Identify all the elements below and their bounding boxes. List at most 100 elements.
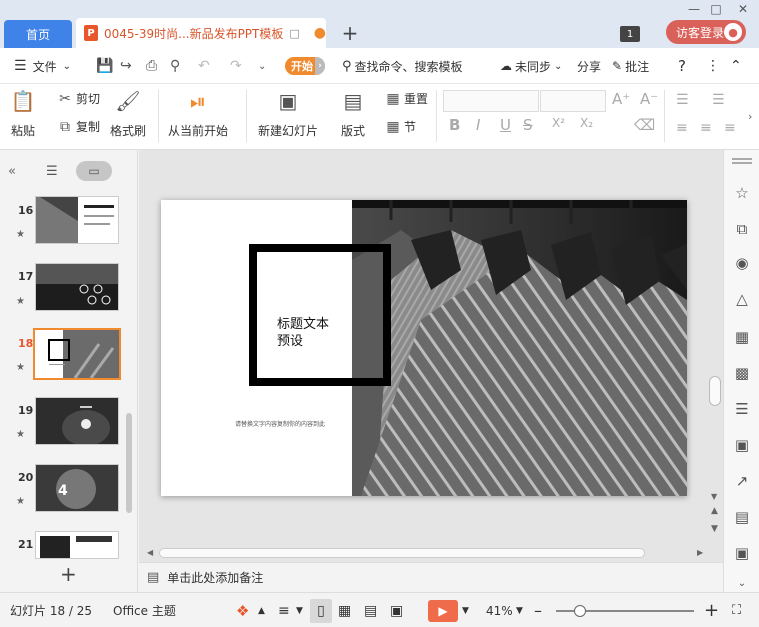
numbered-list-icon[interactable]: ☰	[712, 92, 725, 108]
reset-button[interactable]: ▦ 重置	[384, 90, 428, 107]
slide-sorter-icon[interactable]: ▦	[338, 593, 351, 627]
clear-format-icon[interactable]: ⌫	[634, 116, 655, 134]
thumbnail-view-icon[interactable]: ▭	[76, 161, 112, 181]
thumbnail-scrollbar[interactable]	[126, 413, 132, 513]
presenter-view-icon[interactable]: ▣	[390, 593, 403, 627]
collapse-panel-icon[interactable]: «	[8, 164, 16, 179]
zoom-slider-handle[interactable]	[574, 605, 586, 617]
chart-icon[interactable]: ▩	[732, 364, 752, 384]
design-icon[interactable]: △	[732, 290, 752, 310]
zoom-out-icon[interactable]: –	[534, 593, 542, 627]
slide-subtitle[interactable]: 请替换文字内容复制你的内容到此	[235, 419, 325, 428]
tab-document[interactable]: P 0045-39时尚...新品发布PPT模板 □ ●	[76, 18, 326, 48]
subscript-button[interactable]: X₂	[580, 116, 593, 130]
maximize-icon[interactable]: □	[705, 0, 727, 18]
share-export-icon[interactable]: ↗	[732, 472, 752, 492]
theme-name[interactable]: Office 主题	[113, 593, 176, 627]
copy-button[interactable]: ⧉ 复制	[56, 118, 100, 135]
help-icon[interactable]: ?	[678, 48, 686, 84]
from-current-button[interactable]: ⏯ 从当前开始	[168, 88, 228, 139]
zoom-in-icon[interactable]: +	[704, 593, 719, 627]
shrink-font-icon[interactable]: A⁻	[640, 90, 658, 108]
window-count-badge[interactable]: 1	[620, 26, 640, 42]
image-gallery-icon[interactable]: ▣	[732, 436, 752, 456]
font-size-select[interactable]	[540, 90, 606, 112]
new-tab-button[interactable]: +	[338, 20, 362, 46]
chevron-down-icon[interactable]: ▼	[296, 593, 303, 627]
transition-icon[interactable]: ⧉	[732, 220, 752, 240]
save-icon[interactable]: 💾	[96, 48, 113, 84]
horizontal-scrollbar[interactable]	[159, 548, 645, 558]
quick-access-dropdown-icon[interactable]: ⌄	[258, 48, 266, 84]
outline-view-icon[interactable]: ☰	[46, 164, 58, 179]
align-right-icon[interactable]: ≡	[724, 120, 736, 136]
sync-status[interactable]: ☁ 未同步 ⌄	[500, 48, 562, 84]
tab-home[interactable]: 首页	[4, 20, 72, 48]
slide-thumbnail-16[interactable]	[35, 196, 119, 244]
chevron-right-icon[interactable]: ›	[748, 110, 752, 123]
chevron-down-icon[interactable]: ▼	[516, 593, 523, 627]
export-icon[interactable]: ↪	[120, 48, 132, 84]
new-slide-button[interactable]: ▣ 新建幻灯片	[258, 88, 318, 139]
underline-button[interactable]: U	[500, 116, 511, 134]
print-preview-icon[interactable]: ⚲	[170, 48, 180, 84]
notes-view-icon[interactable]: ≡	[278, 593, 290, 627]
slide-title[interactable]: 标题文本 预设	[277, 316, 329, 350]
bullet-list-icon[interactable]: ☰	[676, 92, 689, 108]
share-button[interactable]: 分享	[577, 48, 601, 84]
beautify-icon[interactable]: ❖	[236, 593, 249, 627]
command-search[interactable]: ⚲ 查找命令、搜索模板	[342, 48, 463, 84]
next-slide-icon[interactable]: ▼	[711, 524, 718, 534]
redo-icon[interactable]: ↷	[230, 48, 242, 84]
undo-icon[interactable]: ↶	[198, 48, 210, 84]
italic-button[interactable]: I	[476, 116, 480, 134]
collapse-ribbon-icon[interactable]: ⌃	[730, 48, 742, 84]
close-icon[interactable]: ✕	[732, 0, 754, 18]
chevron-right-icon[interactable]: ›	[315, 57, 325, 75]
format-painter-button[interactable]: 🖌 格式刷	[110, 88, 146, 139]
slide-thumbnail-20[interactable]: 4	[35, 464, 119, 512]
settings-sliders-icon[interactable]: ☰	[732, 400, 752, 420]
layout-button[interactable]: ▤ 版式	[340, 88, 366, 139]
more-options-icon[interactable]: ⋮	[706, 48, 720, 84]
cut-button[interactable]: ✂ 剪切	[56, 90, 100, 107]
prev-slide-icon[interactable]: ▲	[711, 506, 718, 516]
play-slideshow-button[interactable]: ▶	[428, 600, 458, 622]
print-icon[interactable]: ⎙	[146, 48, 157, 84]
guest-login-button[interactable]: 访客登录 ●	[666, 20, 746, 44]
font-family-select[interactable]	[443, 90, 539, 112]
shape-icon[interactable]: ◉	[732, 254, 752, 274]
comment-button[interactable]: ✎ 批注	[612, 48, 649, 84]
paste-button[interactable]: 📋 粘贴	[10, 88, 36, 139]
picture-icon[interactable]: ▣	[732, 544, 752, 564]
chevron-up-icon[interactable]: ▲	[258, 593, 265, 627]
superscript-button[interactable]: X²	[552, 116, 565, 130]
align-center-icon[interactable]: ≡	[700, 120, 712, 136]
chevron-down-icon[interactable]: ▼	[462, 593, 469, 627]
archive-icon[interactable]: ▤	[732, 508, 752, 528]
bold-button[interactable]: B	[449, 116, 460, 134]
minimize-icon[interactable]: —	[683, 0, 705, 18]
animation-icon[interactable]: ☆	[732, 184, 752, 204]
notes-bar[interactable]: ▤ 单击此处添加备注	[139, 562, 723, 592]
normal-view-icon[interactable]: ▯	[310, 599, 332, 623]
fit-window-icon[interactable]: ⛶	[732, 593, 741, 627]
slide-thumbnail-19[interactable]	[35, 397, 119, 445]
file-menu[interactable]: ☰ 文件 ⌄	[14, 48, 71, 84]
slide-thumbnail-17[interactable]	[35, 263, 119, 311]
vertical-scrollbar[interactable]	[709, 376, 721, 406]
window-mode-icon[interactable]: □	[289, 27, 299, 40]
slide-thumbnail-21[interactable]	[35, 531, 119, 559]
current-slide[interactable]: 标题文本 预设 请替换文字内容复制你的内容到此	[161, 200, 687, 496]
scroll-right-arrow[interactable]: ▶	[697, 548, 703, 557]
add-slide-icon[interactable]: +	[60, 562, 77, 586]
slide-thumbnail-18[interactable]	[33, 328, 121, 380]
grid-icon[interactable]: ▦	[732, 328, 752, 348]
grow-font-icon[interactable]: A⁺	[612, 90, 630, 108]
section-button[interactable]: ▦ 节	[384, 118, 416, 135]
scroll-down-arrow[interactable]: ▼	[711, 492, 717, 501]
strikethrough-button[interactable]: S	[523, 116, 533, 134]
zoom-level[interactable]: 41%	[486, 593, 513, 627]
align-left-icon[interactable]: ≡	[676, 120, 688, 136]
tab-start[interactable]: 开始 ›	[285, 57, 325, 75]
